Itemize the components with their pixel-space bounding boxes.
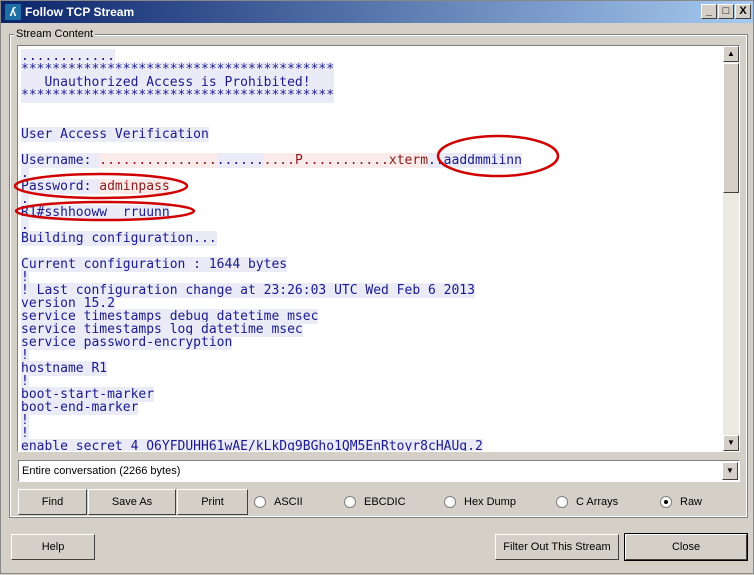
- stream-line: Building configuration...: [21, 231, 522, 246]
- radio-ascii-circle[interactable]: [254, 496, 266, 508]
- find-button[interactable]: Find: [18, 489, 87, 515]
- server-text: User Access Verification: [21, 127, 209, 142]
- server-text: ****************************************: [21, 88, 335, 103]
- stream-line: service password-encryption: [21, 335, 522, 350]
- stream-line: Current configuration : 1644 bytes: [21, 257, 522, 272]
- radio-hex-dump-label: Hex Dump: [464, 496, 516, 508]
- close-button[interactable]: Close: [624, 533, 748, 561]
- client-text: ....P...........xterm: [263, 153, 429, 168]
- server-text: Password:: [21, 179, 100, 194]
- minimize-button[interactable]: _: [701, 4, 717, 19]
- radio-c-arrays[interactable]: C Arrays: [556, 496, 618, 508]
- stream-text-area[interactable]: ............ ****************************…: [17, 45, 740, 452]
- radio-ebcdic-circle[interactable]: [344, 496, 356, 508]
- server-text: boot-end-marker: [21, 400, 139, 415]
- server-text: Current configuration : 1644 bytes: [21, 257, 288, 272]
- radio-c-arrays-circle[interactable]: [556, 496, 568, 508]
- server-text: Username:: [21, 153, 100, 168]
- conversation-select-value: Entire conversation (2266 bytes): [22, 465, 181, 477]
- save-as-label: Save As: [111, 496, 153, 508]
- server-text: service password-encryption: [21, 335, 233, 350]
- server-text: enable secret 4 O6YFDUHH61wAE/kLkDq9BGho…: [21, 439, 483, 452]
- server-text: ......: [216, 153, 264, 168]
- radio-ebcdic-label: EBCDIC: [364, 496, 406, 508]
- stream-line: User Access Verification: [21, 127, 522, 142]
- scroll-down-arrow-icon[interactable]: ▼: [723, 435, 739, 451]
- stream-line: boot-end-marker: [21, 400, 522, 415]
- stream-content-label: Stream Content: [14, 28, 96, 40]
- stream-line: R1#sshhooww rruunn: [21, 205, 522, 220]
- title-bar: ʎ Follow TCP Stream _ □ X: [1, 1, 753, 23]
- client-text: adminpass: [99, 179, 170, 194]
- radio-raw-circle[interactable]: [660, 496, 672, 508]
- help-label: Help: [41, 541, 65, 553]
- chevron-down-icon[interactable]: ▼: [722, 462, 738, 480]
- radio-hex-dump[interactable]: Hex Dump: [444, 496, 516, 508]
- filter-out-label: Filter Out This Stream: [503, 541, 611, 553]
- save-as-button[interactable]: Save As: [88, 489, 176, 515]
- radio-c-arrays-label: C Arrays: [576, 496, 619, 508]
- stream-text: ............ ****************************…: [21, 49, 522, 452]
- scroll-thumb[interactable]: [723, 63, 739, 193]
- stream-line: Password: adminpass: [21, 179, 522, 194]
- window-title: Follow TCP Stream: [25, 5, 135, 19]
- radio-ascii-label: ASCII: [274, 496, 303, 508]
- server-text: ..aaddmmiinn: [428, 153, 522, 168]
- stream-line: [21, 102, 522, 115]
- radio-ebcdic[interactable]: EBCDIC: [344, 496, 406, 508]
- radio-hex-dump-circle[interactable]: [444, 496, 456, 508]
- vertical-scrollbar[interactable]: ▲ ▼: [723, 46, 739, 451]
- stream-line: ****************************************: [21, 88, 522, 103]
- find-label: Find: [41, 496, 64, 508]
- help-button[interactable]: Help: [11, 534, 95, 560]
- stream-line: !: [21, 413, 522, 428]
- server-text: Building configuration...: [21, 231, 217, 246]
- client-text: ...............: [99, 153, 217, 168]
- maximize-button[interactable]: □: [718, 4, 734, 19]
- filter-out-stream-button[interactable]: Filter Out This Stream: [495, 534, 619, 560]
- wireshark-fin-icon: ʎ: [5, 4, 21, 20]
- radio-raw[interactable]: Raw: [660, 496, 702, 508]
- server-text: hostname R1: [21, 361, 108, 376]
- print-button[interactable]: Print: [177, 489, 248, 515]
- close-label: Close: [671, 541, 701, 553]
- stream-line: enable secret 4 O6YFDUHH61wAE/kLkDq9BGho…: [21, 439, 522, 452]
- radio-raw-label: Raw: [680, 496, 703, 508]
- radio-ascii[interactable]: ASCII: [254, 496, 303, 508]
- conversation-select[interactable]: Entire conversation (2266 bytes) ▼: [18, 460, 740, 482]
- server-text: R1#sshhooww rruunn: [21, 205, 170, 220]
- close-window-button[interactable]: X: [735, 4, 751, 19]
- print-label: Print: [201, 496, 224, 508]
- scroll-up-arrow-icon[interactable]: ▲: [723, 46, 739, 62]
- stream-line: hostname R1: [21, 361, 522, 376]
- follow-tcp-stream-window: ʎ Follow TCP Stream _ □ X Stream Content…: [0, 0, 754, 574]
- stream-line: Username: .........................P....…: [21, 153, 522, 168]
